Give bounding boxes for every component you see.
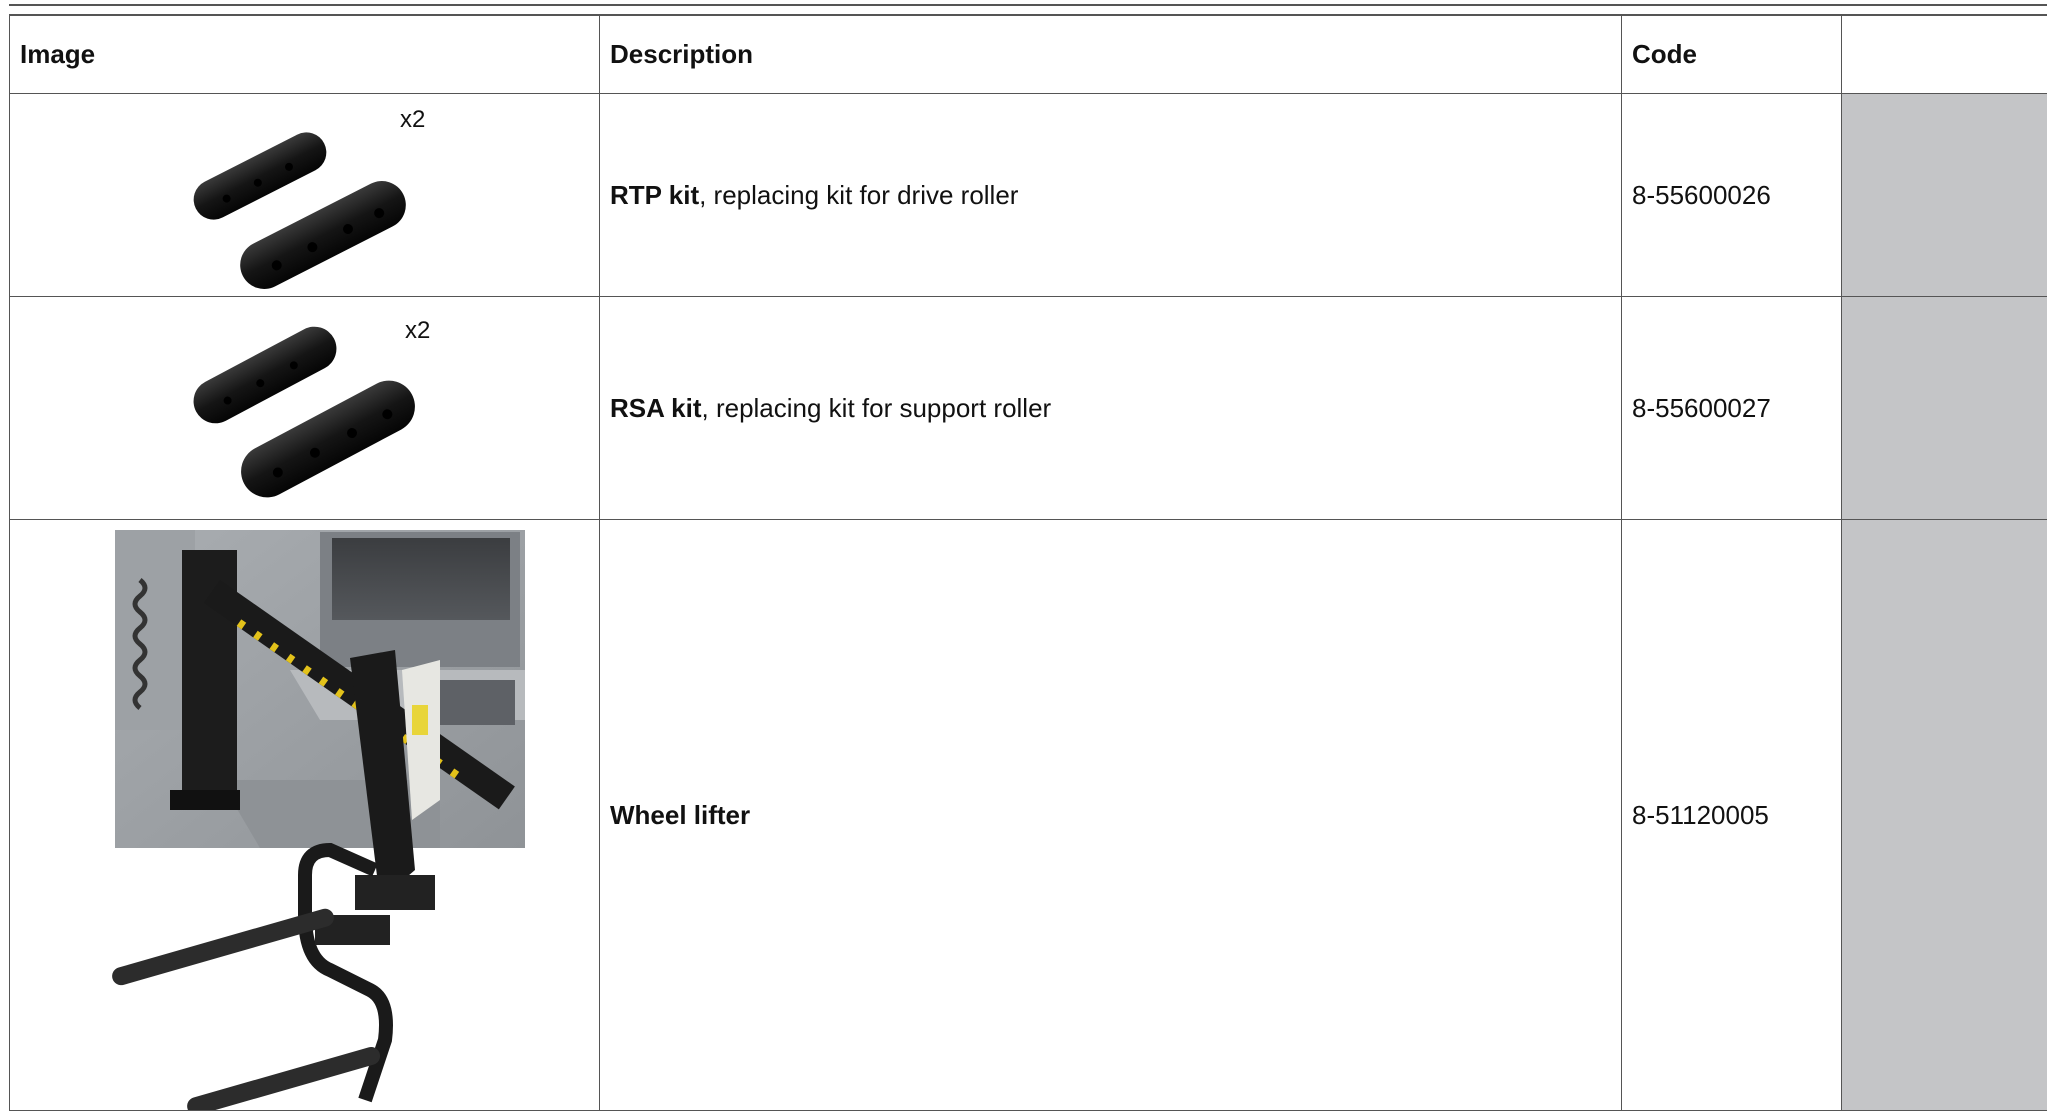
quantity-label: x2 bbox=[400, 106, 425, 134]
description-cell: RTP kit, replacing kit for drive roller bbox=[600, 94, 1622, 297]
quantity-label: x2 bbox=[405, 317, 430, 345]
top-rule bbox=[9, 4, 2047, 6]
table-row: x2 RTP kit, replacing kit for drive roll… bbox=[10, 94, 2047, 297]
description-cell: RSA kit, replacing kit for support rolle… bbox=[600, 297, 1622, 520]
image-cell bbox=[10, 520, 600, 1111]
item-description: , replacing kit for drive roller bbox=[699, 180, 1018, 210]
item-name: RSA kit bbox=[610, 393, 702, 423]
header-code: Code bbox=[1622, 15, 1842, 94]
code-cell: 8-55600027 bbox=[1622, 297, 1842, 520]
extra-cell bbox=[1842, 297, 2047, 520]
extra-cell bbox=[1842, 520, 2047, 1111]
item-description: , replacing kit for support roller bbox=[702, 393, 1052, 423]
header-image: Image bbox=[10, 15, 600, 94]
black-roller-half-shells-icon bbox=[20, 297, 610, 519]
item-name: Wheel lifter bbox=[610, 800, 750, 830]
code-cell: 8-55600026 bbox=[1622, 94, 1842, 297]
header-description: Description bbox=[600, 15, 1622, 94]
table-row: x2 RSA kit, replacing kit for support ro… bbox=[10, 297, 2047, 520]
image-cell: x2 bbox=[10, 94, 600, 297]
table-header-row: Image Description Code bbox=[10, 15, 2047, 94]
wheel-lifter-photo bbox=[20, 520, 610, 1110]
description-cell: Wheel lifter bbox=[600, 520, 1622, 1111]
table-row: Wheel lifter 8-51120005 bbox=[10, 520, 2047, 1111]
black-roller-half-shells-icon bbox=[20, 94, 610, 296]
header-extra bbox=[1842, 15, 2047, 94]
extra-cell bbox=[1842, 94, 2047, 297]
parts-table: Image Description Code bbox=[9, 14, 2047, 1111]
code-cell: 8-51120005 bbox=[1622, 520, 1842, 1111]
image-cell: x2 bbox=[10, 297, 600, 520]
item-name: RTP kit bbox=[610, 180, 699, 210]
